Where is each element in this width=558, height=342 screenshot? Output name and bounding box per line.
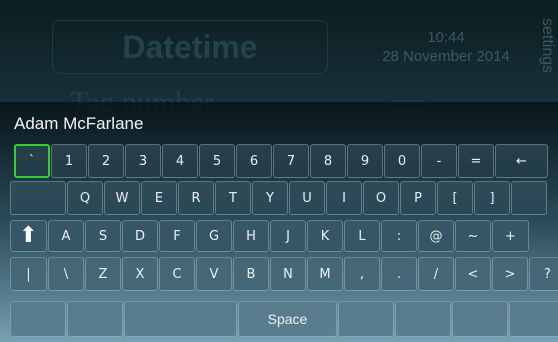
key-3-row-2[interactable]: D	[122, 220, 158, 252]
key-8-row-1[interactable]: I	[326, 181, 362, 215]
blank-key[interactable]	[67, 301, 123, 337]
blank-key[interactable]	[395, 301, 451, 337]
key-4-row-0[interactable]: 4	[162, 144, 198, 178]
blank-key[interactable]	[338, 301, 394, 337]
key-12-row-2[interactable]: ~	[455, 220, 491, 252]
date-text: 28 November 2014	[382, 48, 510, 65]
time-text: 10:44	[427, 29, 465, 46]
key-4-row-2[interactable]: F	[159, 220, 195, 252]
key-4-row-1[interactable]: R	[178, 181, 214, 215]
blank-key[interactable]	[452, 301, 508, 337]
key-5-row-3[interactable]: V	[196, 257, 232, 291]
key-2-row-0[interactable]: 2	[88, 144, 124, 178]
key-7-row-3[interactable]: N	[270, 257, 306, 291]
key-8-row-3[interactable]: M	[307, 257, 343, 291]
key-9-row-2[interactable]: L	[344, 220, 380, 252]
key-12-row-3[interactable]: <	[455, 257, 491, 291]
key-10-row-2[interactable]: :	[381, 220, 417, 252]
key-3-row-1[interactable]: E	[141, 181, 177, 215]
key-0-row-3[interactable]: |	[10, 257, 47, 291]
key-12-row-1[interactable]: ]	[474, 181, 510, 215]
key-10-row-1[interactable]: P	[400, 181, 436, 215]
key-11-row-0[interactable]: -	[421, 144, 457, 178]
key-5-row-2[interactable]: G	[196, 220, 232, 252]
key-9-row-3[interactable]: ,	[344, 257, 380, 291]
key-10-row-3[interactable]: .	[381, 257, 417, 291]
key-11-row-2[interactable]: @	[418, 220, 454, 252]
key-8-row-2[interactable]: K	[307, 220, 343, 252]
key-13-row-3[interactable]: >	[492, 257, 528, 291]
shift-arrow-icon: ⬆	[19, 223, 38, 248]
space-key[interactable]: Space	[238, 301, 337, 337]
key-0-row-0[interactable]: `	[14, 144, 50, 178]
key-2-row-2[interactable]: S	[85, 220, 121, 252]
key-7-row-0[interactable]: 7	[273, 144, 309, 178]
app-title: Datetime	[52, 20, 328, 74]
key-1-row-1[interactable]: Q	[67, 181, 103, 215]
clock: 10:44 28 November 2014	[356, 28, 536, 66]
blank-key[interactable]	[511, 181, 547, 215]
key-12-row-0[interactable]: =	[458, 144, 494, 178]
key-8-row-0[interactable]: 8	[310, 144, 346, 178]
key-6-row-1[interactable]: Y	[252, 181, 288, 215]
settings-tab: settings	[539, 18, 556, 74]
key-11-row-1[interactable]: [	[437, 181, 473, 215]
key-1-row-0[interactable]: 1	[51, 144, 87, 178]
key-13-row-0[interactable]: ←	[495, 144, 548, 178]
key-7-row-2[interactable]: J	[270, 220, 306, 252]
key-2-row-3[interactable]: Z	[85, 257, 121, 291]
blank-key[interactable]	[124, 301, 237, 337]
key-6-row-2[interactable]: H	[233, 220, 269, 252]
blank-key[interactable]	[10, 181, 66, 215]
key-6-row-0[interactable]: 6	[236, 144, 272, 178]
blank-key[interactable]	[10, 301, 66, 337]
key-3-row-0[interactable]: 3	[125, 144, 161, 178]
key-5-row-1[interactable]: T	[215, 181, 251, 215]
key-13-row-2[interactable]: +	[492, 220, 529, 252]
key-1-row-2[interactable]: A	[48, 220, 84, 252]
key-6-row-3[interactable]: B	[233, 257, 269, 291]
key-3-row-3[interactable]: X	[122, 257, 158, 291]
key-9-row-1[interactable]: O	[363, 181, 399, 215]
key-5-row-0[interactable]: 5	[199, 144, 235, 178]
key-4-row-3[interactable]: C	[159, 257, 195, 291]
key-9-row-0[interactable]: 9	[347, 144, 383, 178]
key-10-row-0[interactable]: 0	[384, 144, 420, 178]
key-2-row-1[interactable]: W	[104, 181, 140, 215]
key-1-row-3[interactable]: \	[48, 257, 84, 291]
key-7-row-1[interactable]: U	[289, 181, 325, 215]
blank-key[interactable]	[509, 301, 558, 337]
key-11-row-3[interactable]: /	[418, 257, 454, 291]
shift-key[interactable]: ⬆	[10, 220, 47, 252]
text-entry-field[interactable]: Adam McFarlane	[14, 114, 143, 134]
key-14-row-3[interactable]: ?	[529, 257, 558, 291]
